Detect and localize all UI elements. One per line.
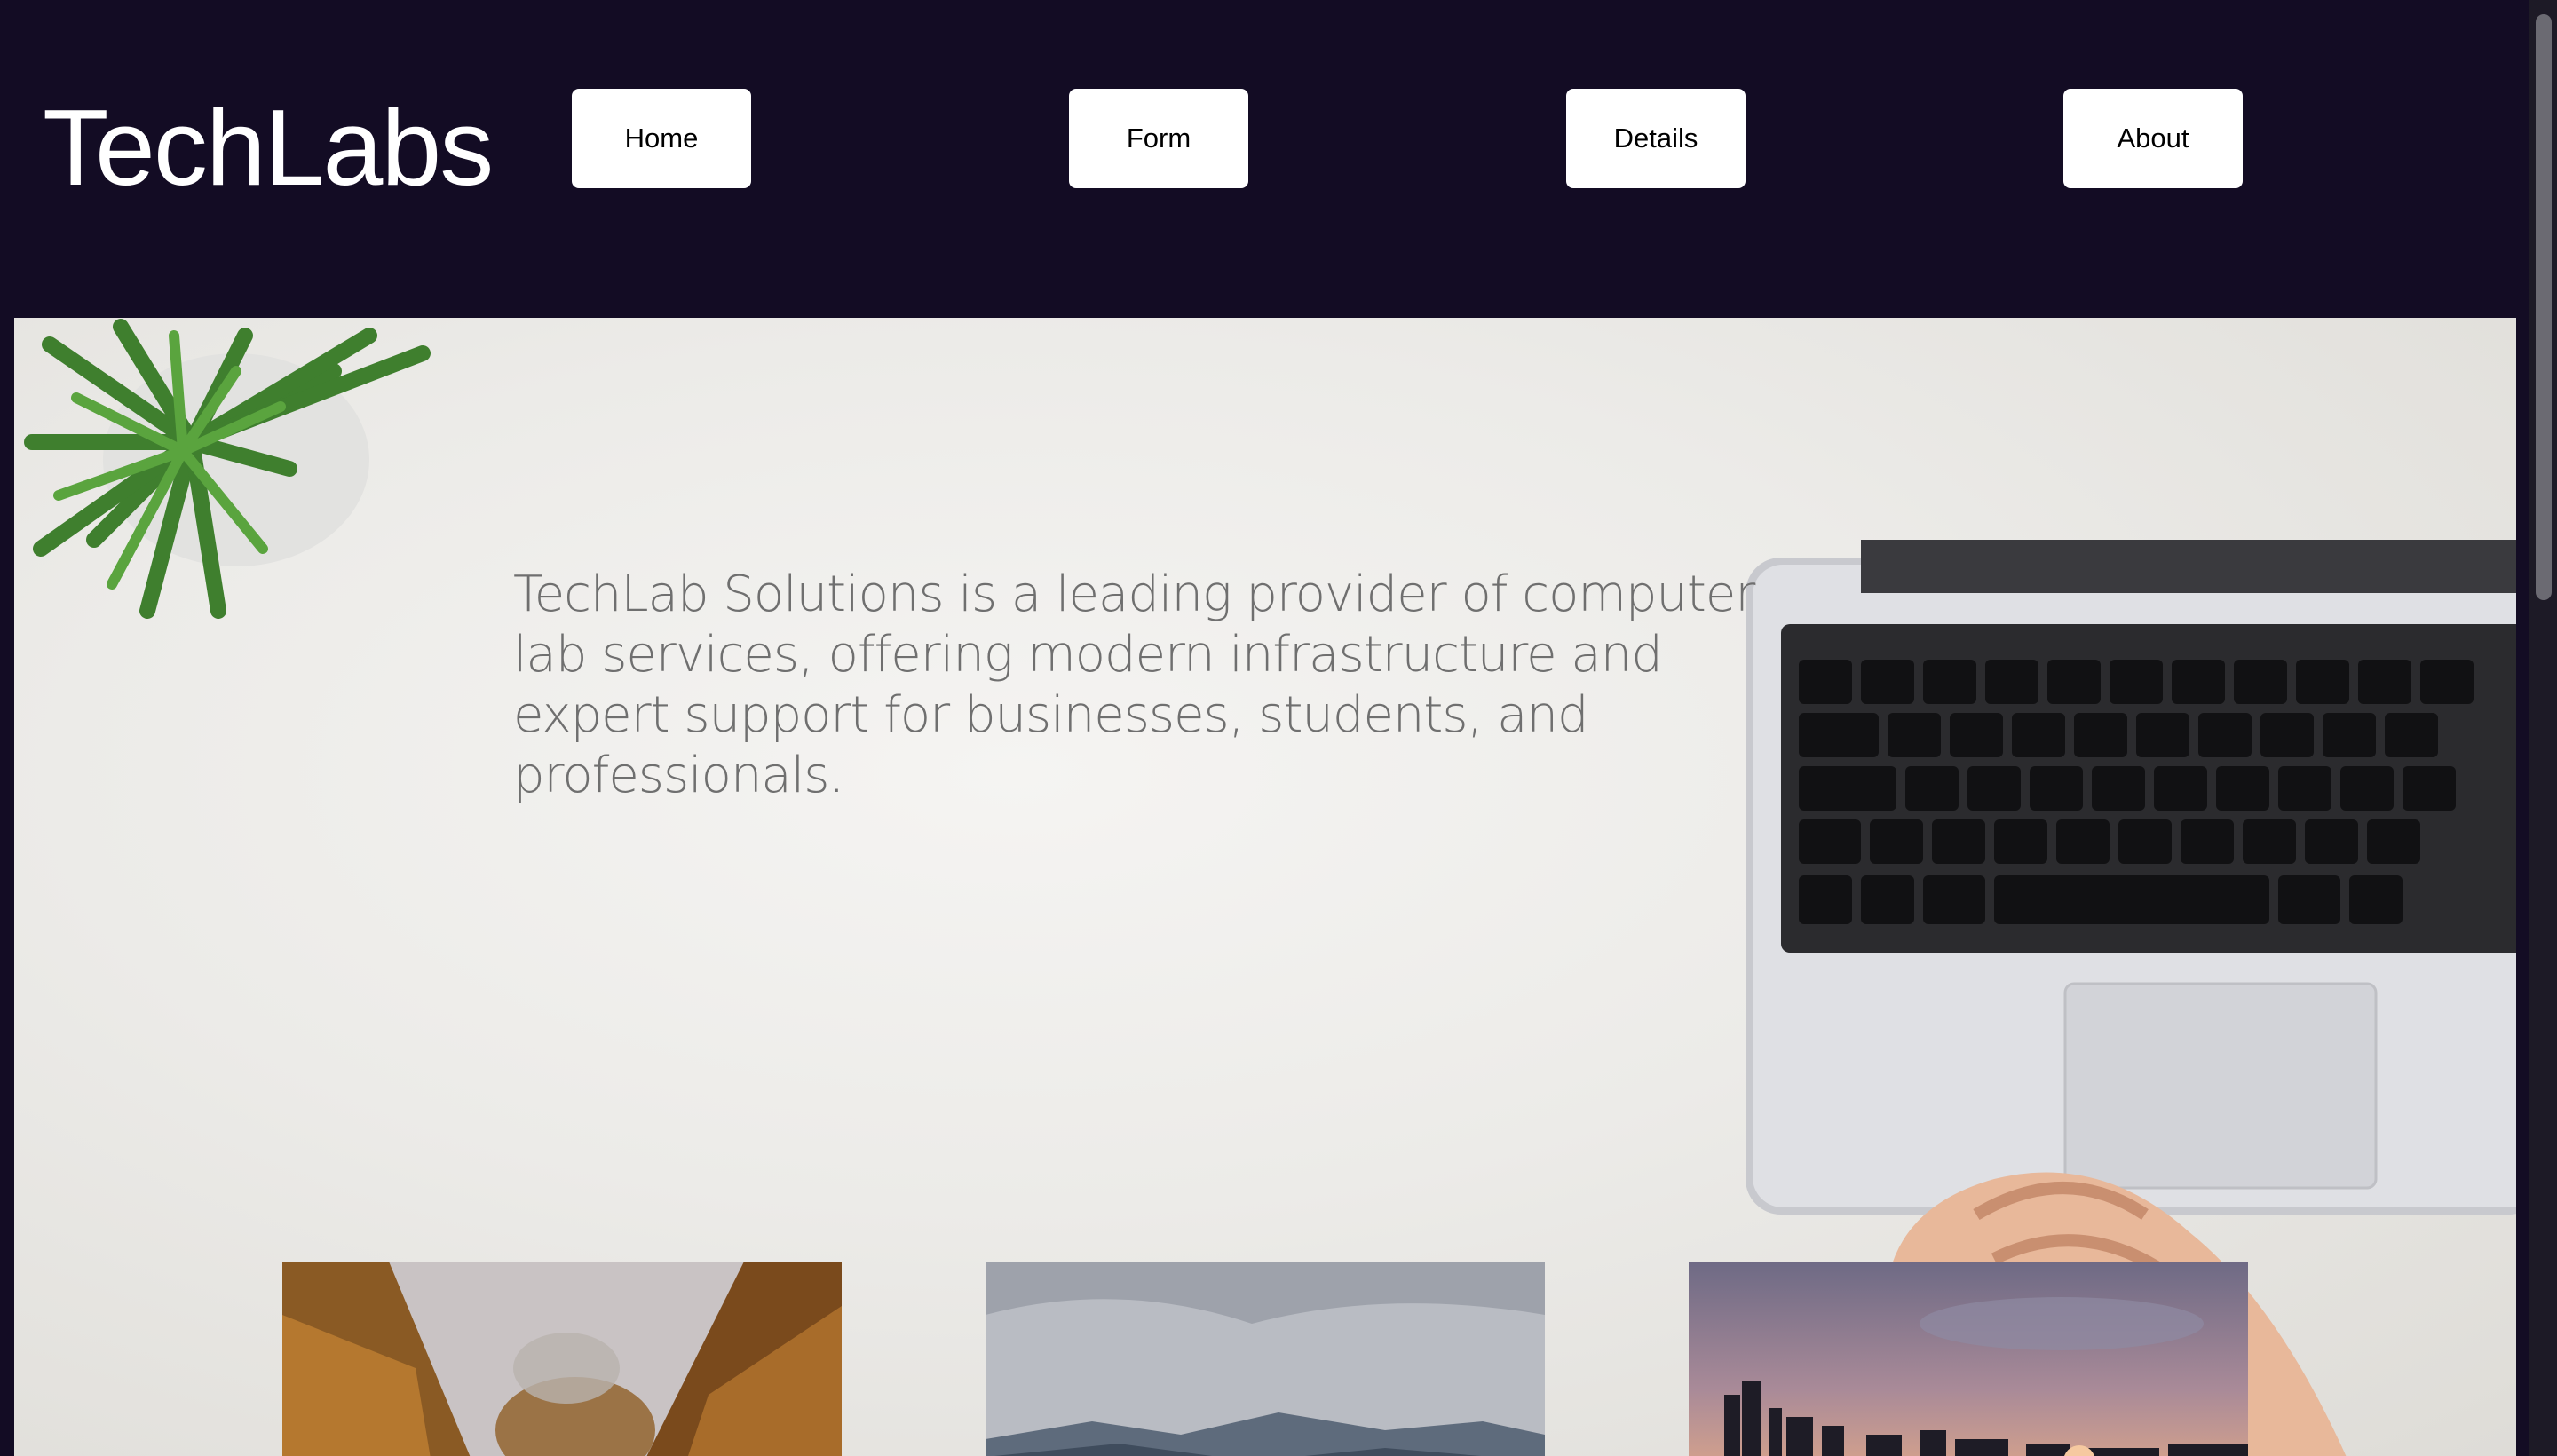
gallery-image-city[interactable]: [1689, 1262, 2248, 1456]
nav-home-button[interactable]: Home: [572, 89, 751, 188]
gallery-image-mountains[interactable]: [986, 1262, 1545, 1456]
hero-section: TechLab Solutions is a leading provider …: [14, 318, 2516, 1456]
nav-about-button[interactable]: About: [2063, 89, 2243, 188]
site-logo[interactable]: TechLabs: [43, 85, 494, 210]
scrollbar-thumb[interactable]: [2536, 14, 2552, 600]
site-header: TechLabs Home Form Details About: [0, 0, 2529, 318]
nav-form-button[interactable]: Form: [1069, 89, 1248, 188]
hero-description: TechLab Solutions is a leading provider …: [513, 566, 1755, 804]
page-scrollbar[interactable]: [2529, 0, 2557, 1456]
plant-image: [24, 319, 431, 619]
gallery-image-autumn[interactable]: [282, 1262, 842, 1456]
nav-details-button[interactable]: Details: [1566, 89, 1746, 188]
